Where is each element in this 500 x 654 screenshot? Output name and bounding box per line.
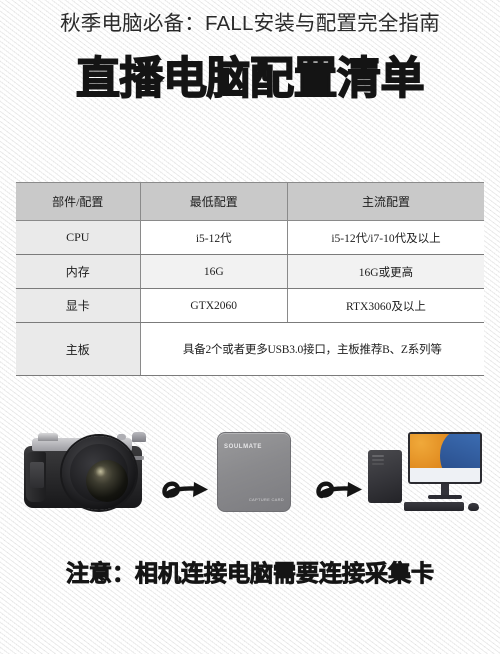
row-mainstream-gpu: RTX3060及以上: [286, 288, 484, 323]
spec-table-container: 部件/配置 最低配置 主流配置 CPU i5-12代 i5-12代/i7-10代…: [16, 182, 484, 376]
row-merged-motherboard: 具备2个或者更多USB3.0接口，主板推荐B、Z系列等: [139, 322, 484, 376]
column-header-mainstream: 主流配置: [286, 182, 484, 221]
spec-table-body: CPU i5-12代 i5-12代/i7-10代及以上 内存 16G 16G或更…: [16, 220, 484, 376]
page-title: 秋季电脑必备：FALL安装与配置完全指南: [60, 12, 440, 35]
table-row: 显卡 GTX2060 RTX3060及以上: [16, 288, 484, 323]
notice-text: 注意：相机连接电脑需要连接采集卡: [66, 561, 435, 588]
spec-table: 部件/配置 最低配置 主流配置 CPU i5-12代 i5-12代/i7-10代…: [16, 182, 484, 376]
row-label-gpu: 显卡: [16, 288, 141, 323]
curly-arrow-right-icon: [162, 466, 214, 512]
table-row: CPU i5-12代 i5-12代/i7-10代及以上: [16, 220, 484, 255]
table-row: 主板 具备2个或者更多USB3.0接口，主板推荐B、Z系列等: [16, 322, 484, 376]
column-header-minimum: 最低配置: [139, 182, 288, 221]
illustration-strip: SOULMATE CAPTURE CARD: [0, 416, 500, 534]
poster-content: 秋季电脑必备：FALL安装与配置完全指南 直播电脑配置清单 部件/配置 最低配置…: [0, 0, 500, 654]
row-min-memory: 16G: [139, 254, 288, 289]
banner-heading: 直播电脑配置清单: [75, 52, 425, 105]
row-label-motherboard: 主板: [16, 322, 141, 376]
curly-arrow-right-icon: [316, 466, 368, 512]
row-mainstream-cpu: i5-12代/i7-10代及以上: [286, 220, 484, 255]
table-row: 内存 16G 16G或更高: [16, 254, 484, 289]
spec-table-header: 部件/配置 最低配置 主流配置: [16, 182, 484, 221]
capture-card-brand-label: SOULMATE: [224, 444, 263, 450]
row-label-memory: 内存: [16, 254, 141, 289]
column-header-component: 部件/配置: [16, 182, 141, 221]
row-label-cpu: CPU: [16, 220, 141, 255]
row-min-cpu: i5-12代: [139, 220, 288, 255]
capture-card-icon: SOULMATE CAPTURE CARD: [217, 432, 291, 512]
desktop-computer-icon: [368, 424, 486, 524]
camera-icon: [24, 432, 156, 514]
row-min-gpu: GTX2060: [139, 288, 288, 323]
table-header-row: 部件/配置 最低配置 主流配置: [16, 182, 484, 221]
row-mainstream-memory: 16G或更高: [286, 254, 484, 289]
capture-card-subtext: CAPTURE CARD: [248, 497, 284, 502]
